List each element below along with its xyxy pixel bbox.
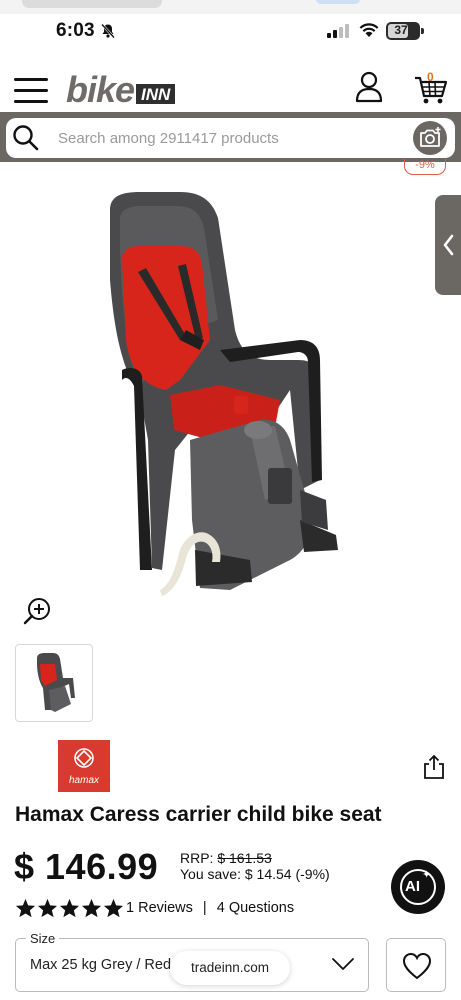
star-icon bbox=[81, 898, 102, 918]
reviews-questions: 1 Reviews | 4 Questions bbox=[126, 900, 294, 916]
status-time: 6:03 bbox=[56, 20, 95, 41]
product-title: Hamax Caress carrier child bike seat bbox=[15, 803, 382, 826]
rrp-label: RRP: bbox=[180, 850, 214, 866]
battery-icon: 37 bbox=[386, 22, 420, 40]
rrp-price: RRP: $ 161.53 bbox=[180, 850, 272, 866]
hamburger-menu-icon[interactable] bbox=[14, 78, 48, 104]
brand-logo-hamax[interactable]: hamax bbox=[58, 740, 110, 792]
hamax-logo-icon bbox=[74, 748, 94, 768]
brand-name: hamax bbox=[68, 775, 99, 786]
size-value[interactable]: Max 25 kg Grey / Red bbox=[30, 957, 180, 973]
search-icon[interactable] bbox=[12, 124, 40, 157]
logo-bike-text: bike bbox=[66, 69, 135, 110]
rrp-old-price: $ 161.53 bbox=[217, 850, 272, 866]
notification-pill-blue bbox=[316, 0, 360, 4]
zoom-in-icon[interactable] bbox=[22, 595, 54, 632]
ai-button-label: AI bbox=[405, 878, 420, 895]
browser-domain-pill[interactable]: tradeinn.com bbox=[170, 951, 290, 985]
discount-badge: -9% bbox=[404, 159, 446, 175]
battery-nub bbox=[421, 28, 424, 34]
wishlist-button[interactable] bbox=[386, 938, 446, 992]
star-icon bbox=[37, 898, 58, 918]
notification-sliver bbox=[0, 0, 461, 14]
star-icon bbox=[15, 898, 36, 918]
logo-inn-text: INN bbox=[136, 83, 176, 104]
search-input[interactable] bbox=[58, 118, 398, 158]
share-icon[interactable] bbox=[422, 754, 446, 785]
questions-link[interactable]: 4 Questions bbox=[217, 900, 294, 916]
wifi-icon bbox=[358, 22, 380, 43]
star-icon bbox=[103, 898, 124, 918]
product-image[interactable] bbox=[100, 190, 350, 605]
size-label: Size bbox=[26, 931, 60, 946]
cellular-signal-icon bbox=[327, 24, 351, 43]
user-icon[interactable] bbox=[355, 71, 383, 108]
separator: | bbox=[202, 900, 207, 916]
product-price: $ 146.99 bbox=[14, 846, 159, 887]
ai-assistant-button[interactable]: AI ✦ bbox=[391, 860, 445, 914]
star-icon bbox=[59, 898, 80, 918]
cart-count-badge: 0 bbox=[427, 70, 434, 84]
camera-search-icon[interactable] bbox=[413, 121, 447, 155]
chevron-down-icon[interactable] bbox=[331, 956, 355, 977]
chevron-left-icon bbox=[443, 234, 454, 256]
product-thumbnail[interactable] bbox=[15, 644, 93, 722]
reviews-link[interactable]: 1 Reviews bbox=[126, 900, 193, 916]
heart-icon bbox=[402, 952, 432, 980]
rating-stars[interactable] bbox=[15, 898, 124, 918]
site-logo[interactable]: bike INN bbox=[66, 69, 176, 110]
battery-level: 37 bbox=[394, 23, 408, 37]
side-drawer-tab[interactable] bbox=[435, 195, 461, 295]
sparkle-icon: ✦ bbox=[422, 869, 432, 881]
bell-slash-icon bbox=[100, 23, 116, 44]
notification-pill bbox=[22, 0, 162, 8]
you-save-text: You save: $ 14.54 (-9%) bbox=[180, 866, 330, 882]
